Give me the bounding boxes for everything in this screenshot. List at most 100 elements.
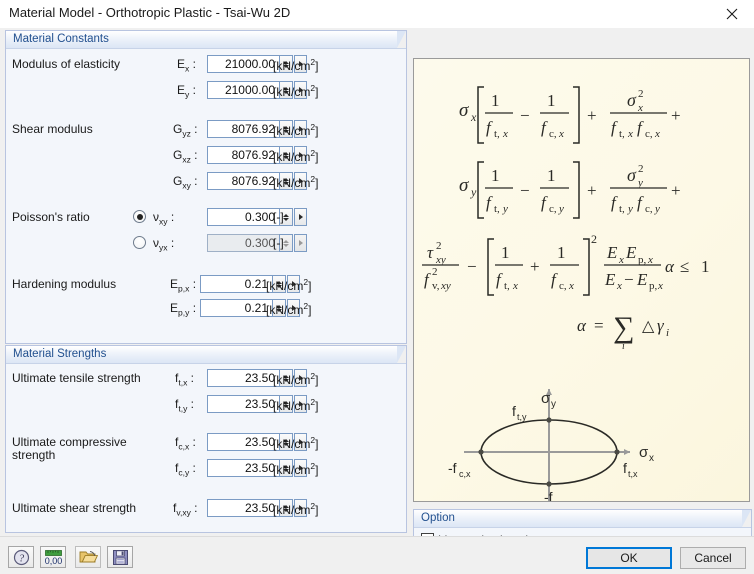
svg-text:f: f <box>637 118 644 137</box>
svg-text:f: f <box>637 193 644 212</box>
symbol-ftx: ft,x : <box>175 371 194 388</box>
input-Gxy[interactable] <box>207 172 279 190</box>
dialog-footer: ? 0,00 OK Cancel <box>0 536 754 574</box>
close-button[interactable] <box>710 0 754 28</box>
svg-text:y: y <box>470 185 477 199</box>
dialog-body: Material Constants Modulus of elasticity… <box>0 28 754 551</box>
svg-text:σ: σ <box>459 175 469 196</box>
input-Ey[interactable] <box>207 81 279 99</box>
svg-text:2: 2 <box>638 163 644 175</box>
svg-text:x: x <box>502 128 508 140</box>
input-nu-xy[interactable] <box>207 208 279 226</box>
svg-text:2: 2 <box>436 240 442 252</box>
input-fty[interactable] <box>207 395 279 413</box>
svg-text:y: y <box>551 399 556 410</box>
unit-fvxy: [kN/cm2] <box>273 501 319 517</box>
input-fcx[interactable] <box>207 433 279 451</box>
svg-text:σ: σ <box>639 444 649 461</box>
field-nu-yx[interactable] <box>207 234 307 252</box>
svg-text:γ: γ <box>657 316 665 335</box>
group-material-constants: Material Constants <box>5 30 407 344</box>
svg-text:x: x <box>637 102 643 114</box>
save-button[interactable] <box>107 546 133 568</box>
svg-text:f: f <box>486 118 493 137</box>
svg-text:f: f <box>496 270 503 289</box>
svg-text:f: f <box>611 118 618 137</box>
radio-nu-yx[interactable] <box>133 236 146 249</box>
help-button[interactable]: ? <box>8 546 34 568</box>
input-Ex[interactable] <box>207 55 279 73</box>
window-title-bar: Material Model - Orthotropic Plastic - T… <box>0 0 754 28</box>
svg-text:t,: t, <box>619 203 625 215</box>
svg-text:2: 2 <box>638 88 644 100</box>
open-button[interactable] <box>75 546 101 568</box>
group-title-material-constants: Material Constants <box>13 33 109 45</box>
svg-text:τ: τ <box>427 243 434 262</box>
svg-text:f: f <box>541 118 548 137</box>
input-Epy[interactable] <box>200 299 272 317</box>
svg-text:v,: v, <box>432 280 440 292</box>
group-header-material-constants: Material Constants <box>6 31 406 49</box>
group-header-material-strengths: Material Strengths <box>6 346 406 364</box>
svg-text:-f: -f <box>544 489 553 501</box>
field-nu-xy[interactable] <box>207 208 307 226</box>
svg-text:f: f <box>623 460 627 476</box>
input-nu-yx <box>207 234 279 252</box>
units-button[interactable]: 0,00 <box>40 546 66 568</box>
symbol-nu-yx: νyx : <box>153 236 175 253</box>
svg-text:x: x <box>470 110 477 124</box>
svg-text:f: f <box>541 193 548 212</box>
input-fcy[interactable] <box>207 459 279 477</box>
svg-text:p,: p, <box>638 254 647 266</box>
svg-text:=: = <box>594 316 604 335</box>
svg-text:f: f <box>512 403 516 419</box>
svg-text:σ: σ <box>627 90 637 110</box>
radio-nu-xy[interactable] <box>133 210 146 223</box>
svg-text:x: x <box>649 453 654 464</box>
more-button-nu-xy[interactable] <box>294 208 307 226</box>
input-Epx[interactable] <box>200 275 272 293</box>
input-Gyz[interactable] <box>207 120 279 138</box>
svg-text:E: E <box>604 270 616 289</box>
svg-text:x: x <box>616 280 622 292</box>
svg-text:c,: c, <box>559 280 567 292</box>
svg-text:1: 1 <box>701 257 710 276</box>
svg-text:x: x <box>558 128 564 140</box>
svg-text:f: f <box>611 193 618 212</box>
symbol-Ey: Ey : <box>177 83 196 100</box>
symbol-fcy: fc,y : <box>175 461 196 478</box>
svg-text:c,x: c,x <box>459 469 471 479</box>
svg-text:x: x <box>512 280 518 292</box>
group-header-corner <box>397 31 406 48</box>
cancel-button[interactable]: Cancel <box>680 547 746 569</box>
input-fvxy[interactable] <box>207 499 279 517</box>
svg-text:1: 1 <box>557 243 566 262</box>
label-shear-modulus: Shear modulus <box>12 122 93 136</box>
label-ultimate-tensile-strength: Ultimate tensile strength <box>12 371 141 385</box>
svg-text:c,y: c,y <box>555 498 567 501</box>
svg-text:xy: xy <box>440 280 451 292</box>
svg-text:y: y <box>627 203 633 215</box>
svg-text:f: f <box>424 270 431 289</box>
svg-text:x: x <box>647 254 653 266</box>
input-ftx[interactable] <box>207 369 279 387</box>
svg-text:c,: c, <box>549 203 557 215</box>
svg-text:△: △ <box>642 318 655 335</box>
svg-text:E: E <box>606 243 618 262</box>
group-header-corner-3 <box>742 510 751 527</box>
svg-text:t,x: t,x <box>628 469 638 479</box>
symbol-Epx: Ep,x : <box>170 277 197 294</box>
ok-button[interactable]: OK <box>586 547 672 569</box>
input-Gxz[interactable] <box>207 146 279 164</box>
label-poissons-ratio: Poisson's ratio <box>12 210 90 224</box>
svg-text:x: x <box>654 128 660 140</box>
svg-text:σ: σ <box>459 100 469 121</box>
svg-text:σ: σ <box>541 390 551 407</box>
svg-text:+: + <box>587 106 597 125</box>
svg-text:≤: ≤ <box>680 257 689 276</box>
unit-fty: [kN/cm2] <box>273 397 319 413</box>
svg-text:y: y <box>654 203 660 215</box>
svg-text:+: + <box>530 257 540 276</box>
svg-text:1: 1 <box>491 166 500 185</box>
svg-text:y: y <box>558 203 564 215</box>
